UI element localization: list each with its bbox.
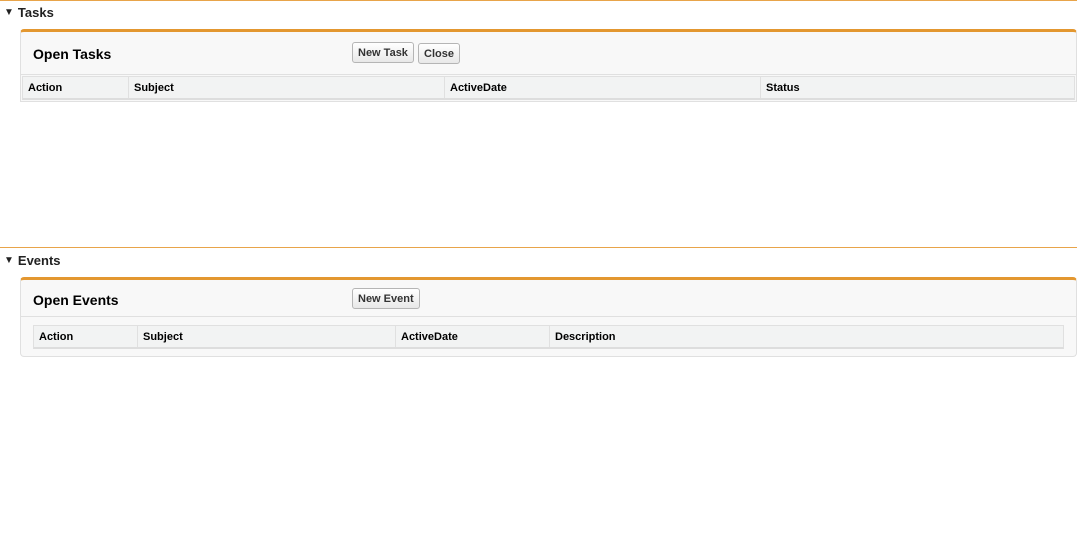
events-section-title: Events	[17, 253, 61, 268]
column-header-action[interactable]: Action	[23, 77, 129, 98]
close-button[interactable]: Close	[418, 43, 460, 64]
column-header-subject[interactable]: Subject	[129, 77, 445, 98]
panel-title: Open Tasks	[33, 46, 112, 62]
section-divider	[0, 0, 1077, 1]
divider	[21, 316, 1076, 317]
column-header-subject[interactable]: Subject	[138, 326, 396, 347]
tasks-section-toggle[interactable]: ▼ Tasks	[4, 5, 54, 20]
new-task-button[interactable]: New Task	[352, 42, 414, 63]
column-header-status[interactable]: Status	[761, 77, 1074, 98]
section-divider	[0, 247, 1077, 248]
column-header-activedate[interactable]: ActiveDate	[445, 77, 761, 98]
open-events-panel: Open Events New Event Action Subject Act…	[20, 277, 1077, 357]
events-section-toggle[interactable]: ▼ Events	[4, 253, 61, 268]
new-event-button[interactable]: New Event	[352, 288, 420, 309]
tasks-section-title: Tasks	[17, 5, 54, 20]
collapse-triangle-icon: ▼	[4, 255, 14, 266]
divider	[21, 74, 1076, 75]
column-header-activedate[interactable]: ActiveDate	[396, 326, 550, 347]
collapse-triangle-icon: ▼	[4, 7, 14, 18]
open-tasks-panel: Open Tasks New Task Close Action Subject…	[20, 29, 1077, 102]
events-table-header: Action Subject ActiveDate Description	[33, 325, 1064, 349]
column-header-description[interactable]: Description	[550, 326, 1063, 347]
panel-title: Open Events	[33, 292, 119, 308]
column-header-action[interactable]: Action	[34, 326, 138, 347]
tasks-table-header: Action Subject ActiveDate Status	[22, 76, 1075, 100]
